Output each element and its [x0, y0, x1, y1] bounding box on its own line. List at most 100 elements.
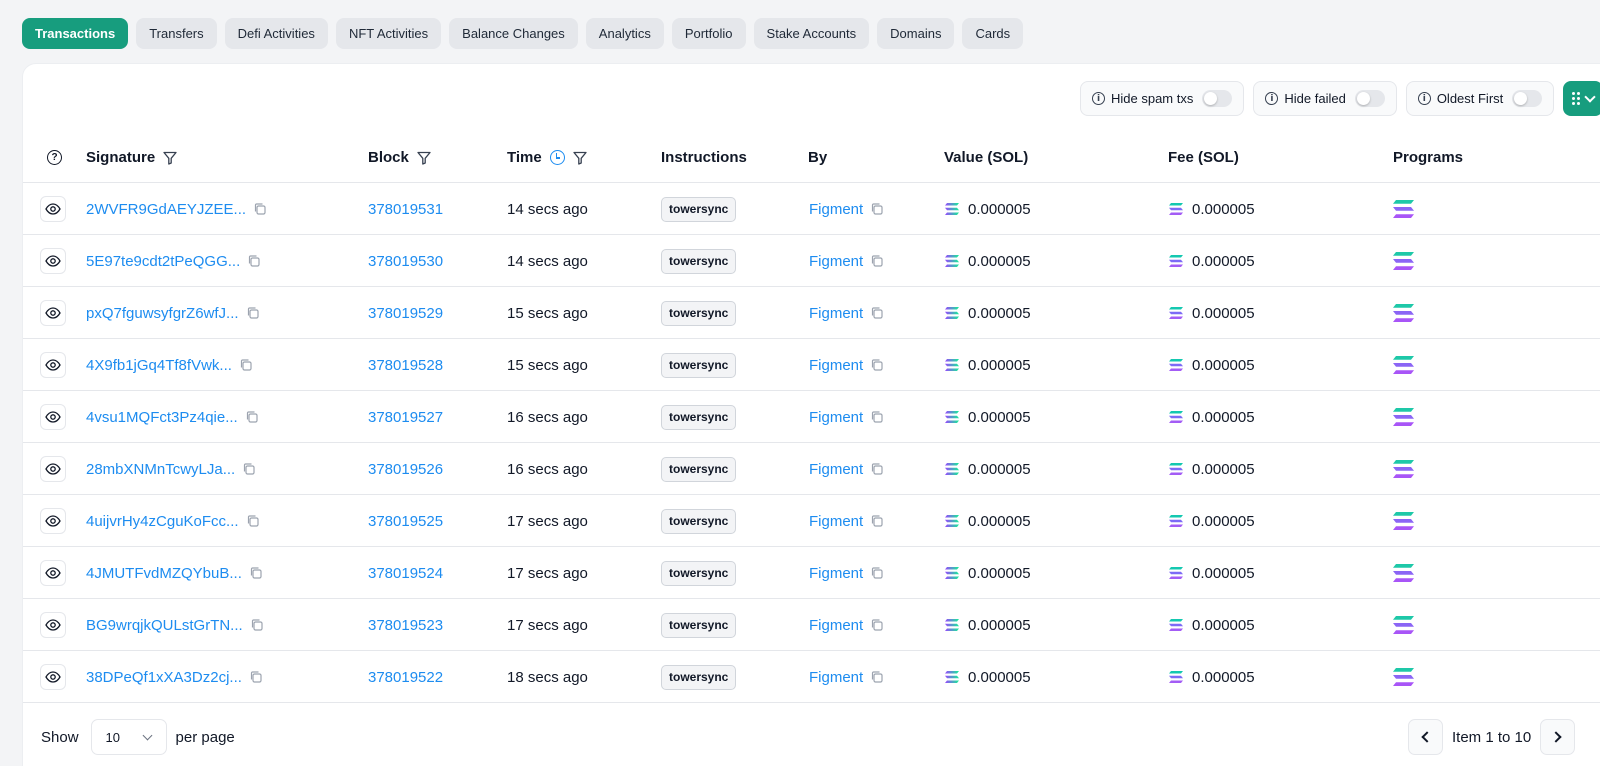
by-link[interactable]: Figment: [809, 357, 863, 374]
signature-link[interactable]: 4X9fb1jGq4Tf8fVwk...: [86, 357, 232, 374]
prev-page-button[interactable]: [1408, 719, 1443, 755]
view-details-button[interactable]: [40, 560, 66, 586]
copy-icon[interactable]: [870, 358, 884, 372]
block-link[interactable]: 378019530: [368, 253, 443, 270]
oldest-first-switch[interactable]: [1512, 90, 1543, 107]
next-page-button[interactable]: [1540, 719, 1576, 755]
copy-icon[interactable]: [870, 514, 884, 528]
filter-icon[interactable]: [573, 151, 587, 165]
block-link[interactable]: 378019528: [368, 357, 443, 374]
tab-portfolio[interactable]: Portfolio: [671, 18, 746, 49]
block-link[interactable]: 378019527: [368, 409, 443, 426]
copy-icon[interactable]: [870, 306, 884, 320]
vote-program-icon[interactable]: [1392, 303, 1415, 323]
block-link[interactable]: 378019531: [368, 201, 443, 218]
copy-icon[interactable]: [246, 514, 260, 528]
tab-defi-activities[interactable]: Defi Activities: [224, 18, 328, 49]
view-details-button[interactable]: [40, 300, 66, 326]
copy-icon[interactable]: [870, 254, 884, 268]
filter-icon[interactable]: [163, 151, 177, 165]
solana-icon: [1169, 463, 1183, 475]
help-header[interactable]: ?: [47, 132, 62, 183]
vote-program-icon[interactable]: [1392, 615, 1415, 635]
by-link[interactable]: Figment: [809, 669, 863, 686]
filter-icon[interactable]: [417, 151, 431, 165]
block-link[interactable]: 378019524: [368, 565, 443, 582]
copy-icon[interactable]: [870, 462, 884, 476]
signature-link[interactable]: 5E97te9cdt2tPeQGG...: [86, 253, 240, 270]
signature-link[interactable]: 38DPeQf1xXA3Dz2cj...: [86, 669, 242, 686]
time-text: 14 secs ago: [507, 200, 588, 218]
view-details-button[interactable]: [40, 508, 66, 534]
tab-balance-changes[interactable]: Balance Changes: [449, 18, 578, 49]
copy-icon[interactable]: [249, 566, 263, 580]
clock-icon[interactable]: [549, 150, 565, 165]
copy-icon[interactable]: [253, 202, 267, 216]
by-link[interactable]: Figment: [809, 253, 863, 270]
copy-icon[interactable]: [870, 410, 884, 424]
copy-icon[interactable]: [870, 202, 884, 216]
by-link[interactable]: Figment: [809, 461, 863, 478]
tab-nft-activities[interactable]: NFT Activities: [335, 18, 442, 49]
view-details-button[interactable]: [40, 664, 66, 690]
by-link[interactable]: Figment: [809, 617, 863, 634]
vote-program-icon[interactable]: [1392, 251, 1415, 271]
vote-program-icon[interactable]: [1392, 667, 1415, 687]
hide-failed-toggle[interactable]: i Hide failed: [1253, 81, 1397, 116]
page-size-select[interactable]: 10: [90, 719, 167, 755]
signature-link[interactable]: 4JMUTFvdMZQYbuB...: [86, 565, 242, 582]
copy-icon[interactable]: [870, 566, 884, 580]
vote-program-icon[interactable]: [1392, 563, 1415, 583]
view-details-button[interactable]: [40, 196, 66, 222]
block-link[interactable]: 378019522: [368, 669, 443, 686]
tab-domains[interactable]: Domains: [877, 18, 955, 49]
tab-stake-accounts[interactable]: Stake Accounts: [753, 18, 870, 49]
copy-icon[interactable]: [249, 670, 263, 684]
vote-program-icon[interactable]: [1392, 407, 1415, 427]
copy-icon[interactable]: [247, 254, 261, 268]
view-details-button[interactable]: [40, 404, 66, 430]
by-link[interactable]: Figment: [809, 409, 863, 426]
by-link[interactable]: Figment: [809, 305, 863, 322]
copy-icon[interactable]: [870, 618, 884, 632]
view-details-button[interactable]: [40, 456, 66, 482]
by-link[interactable]: Figment: [809, 513, 863, 530]
signature-link[interactable]: 28mbXNMnTcwyLJa...: [86, 461, 235, 478]
tab-transfers[interactable]: Transfers: [136, 18, 217, 49]
table-toolbar: i Hide spam txs i Hide failed i Oldest F…: [1080, 81, 1600, 116]
view-details-button[interactable]: [40, 612, 66, 638]
signature-link[interactable]: 2WVFR9GdAEYJZEE...: [86, 201, 246, 218]
oldest-first-toggle[interactable]: i Oldest First: [1405, 81, 1555, 116]
tab-cards[interactable]: Cards: [962, 18, 1024, 49]
signature-link[interactable]: BG9wrqjkQULstGrTN...: [86, 617, 243, 634]
by-link[interactable]: Figment: [809, 201, 863, 218]
copy-icon[interactable]: [245, 410, 259, 424]
block-link[interactable]: 378019525: [368, 513, 443, 530]
solana-icon: [945, 307, 959, 319]
block-link[interactable]: 378019526: [368, 461, 443, 478]
hide-failed-switch[interactable]: [1354, 90, 1385, 107]
block-link[interactable]: 378019529: [368, 305, 443, 322]
view-details-button[interactable]: [40, 248, 66, 274]
signature-link[interactable]: 4uijvrHy4zCguKoFcc...: [86, 513, 239, 530]
signature-link[interactable]: 4vsu1MQFct3Pz4qie...: [86, 409, 238, 426]
copy-icon[interactable]: [870, 670, 884, 684]
copy-icon[interactable]: [239, 358, 253, 372]
hide-spam-toggle[interactable]: i Hide spam txs: [1080, 81, 1245, 116]
view-details-button[interactable]: [40, 352, 66, 378]
copy-icon[interactable]: [250, 618, 264, 632]
by-link[interactable]: Figment: [809, 565, 863, 582]
signature-link[interactable]: pxQ7fguwsyfgrZ6wfJ...: [86, 305, 239, 322]
block-link[interactable]: 378019523: [368, 617, 443, 634]
copy-icon[interactable]: [246, 306, 260, 320]
hide-spam-switch[interactable]: [1202, 90, 1233, 107]
vote-program-icon[interactable]: [1392, 355, 1415, 375]
tab-analytics[interactable]: Analytics: [585, 18, 664, 49]
copy-icon[interactable]: [242, 462, 256, 476]
vote-program-icon[interactable]: [1392, 459, 1415, 479]
vote-program-icon[interactable]: [1392, 511, 1415, 531]
tab-transactions[interactable]: Transactions: [22, 18, 129, 49]
vote-program-icon[interactable]: [1392, 199, 1415, 219]
fee-text: 0.000005: [1192, 252, 1255, 270]
columns-menu-button[interactable]: [1563, 81, 1600, 116]
